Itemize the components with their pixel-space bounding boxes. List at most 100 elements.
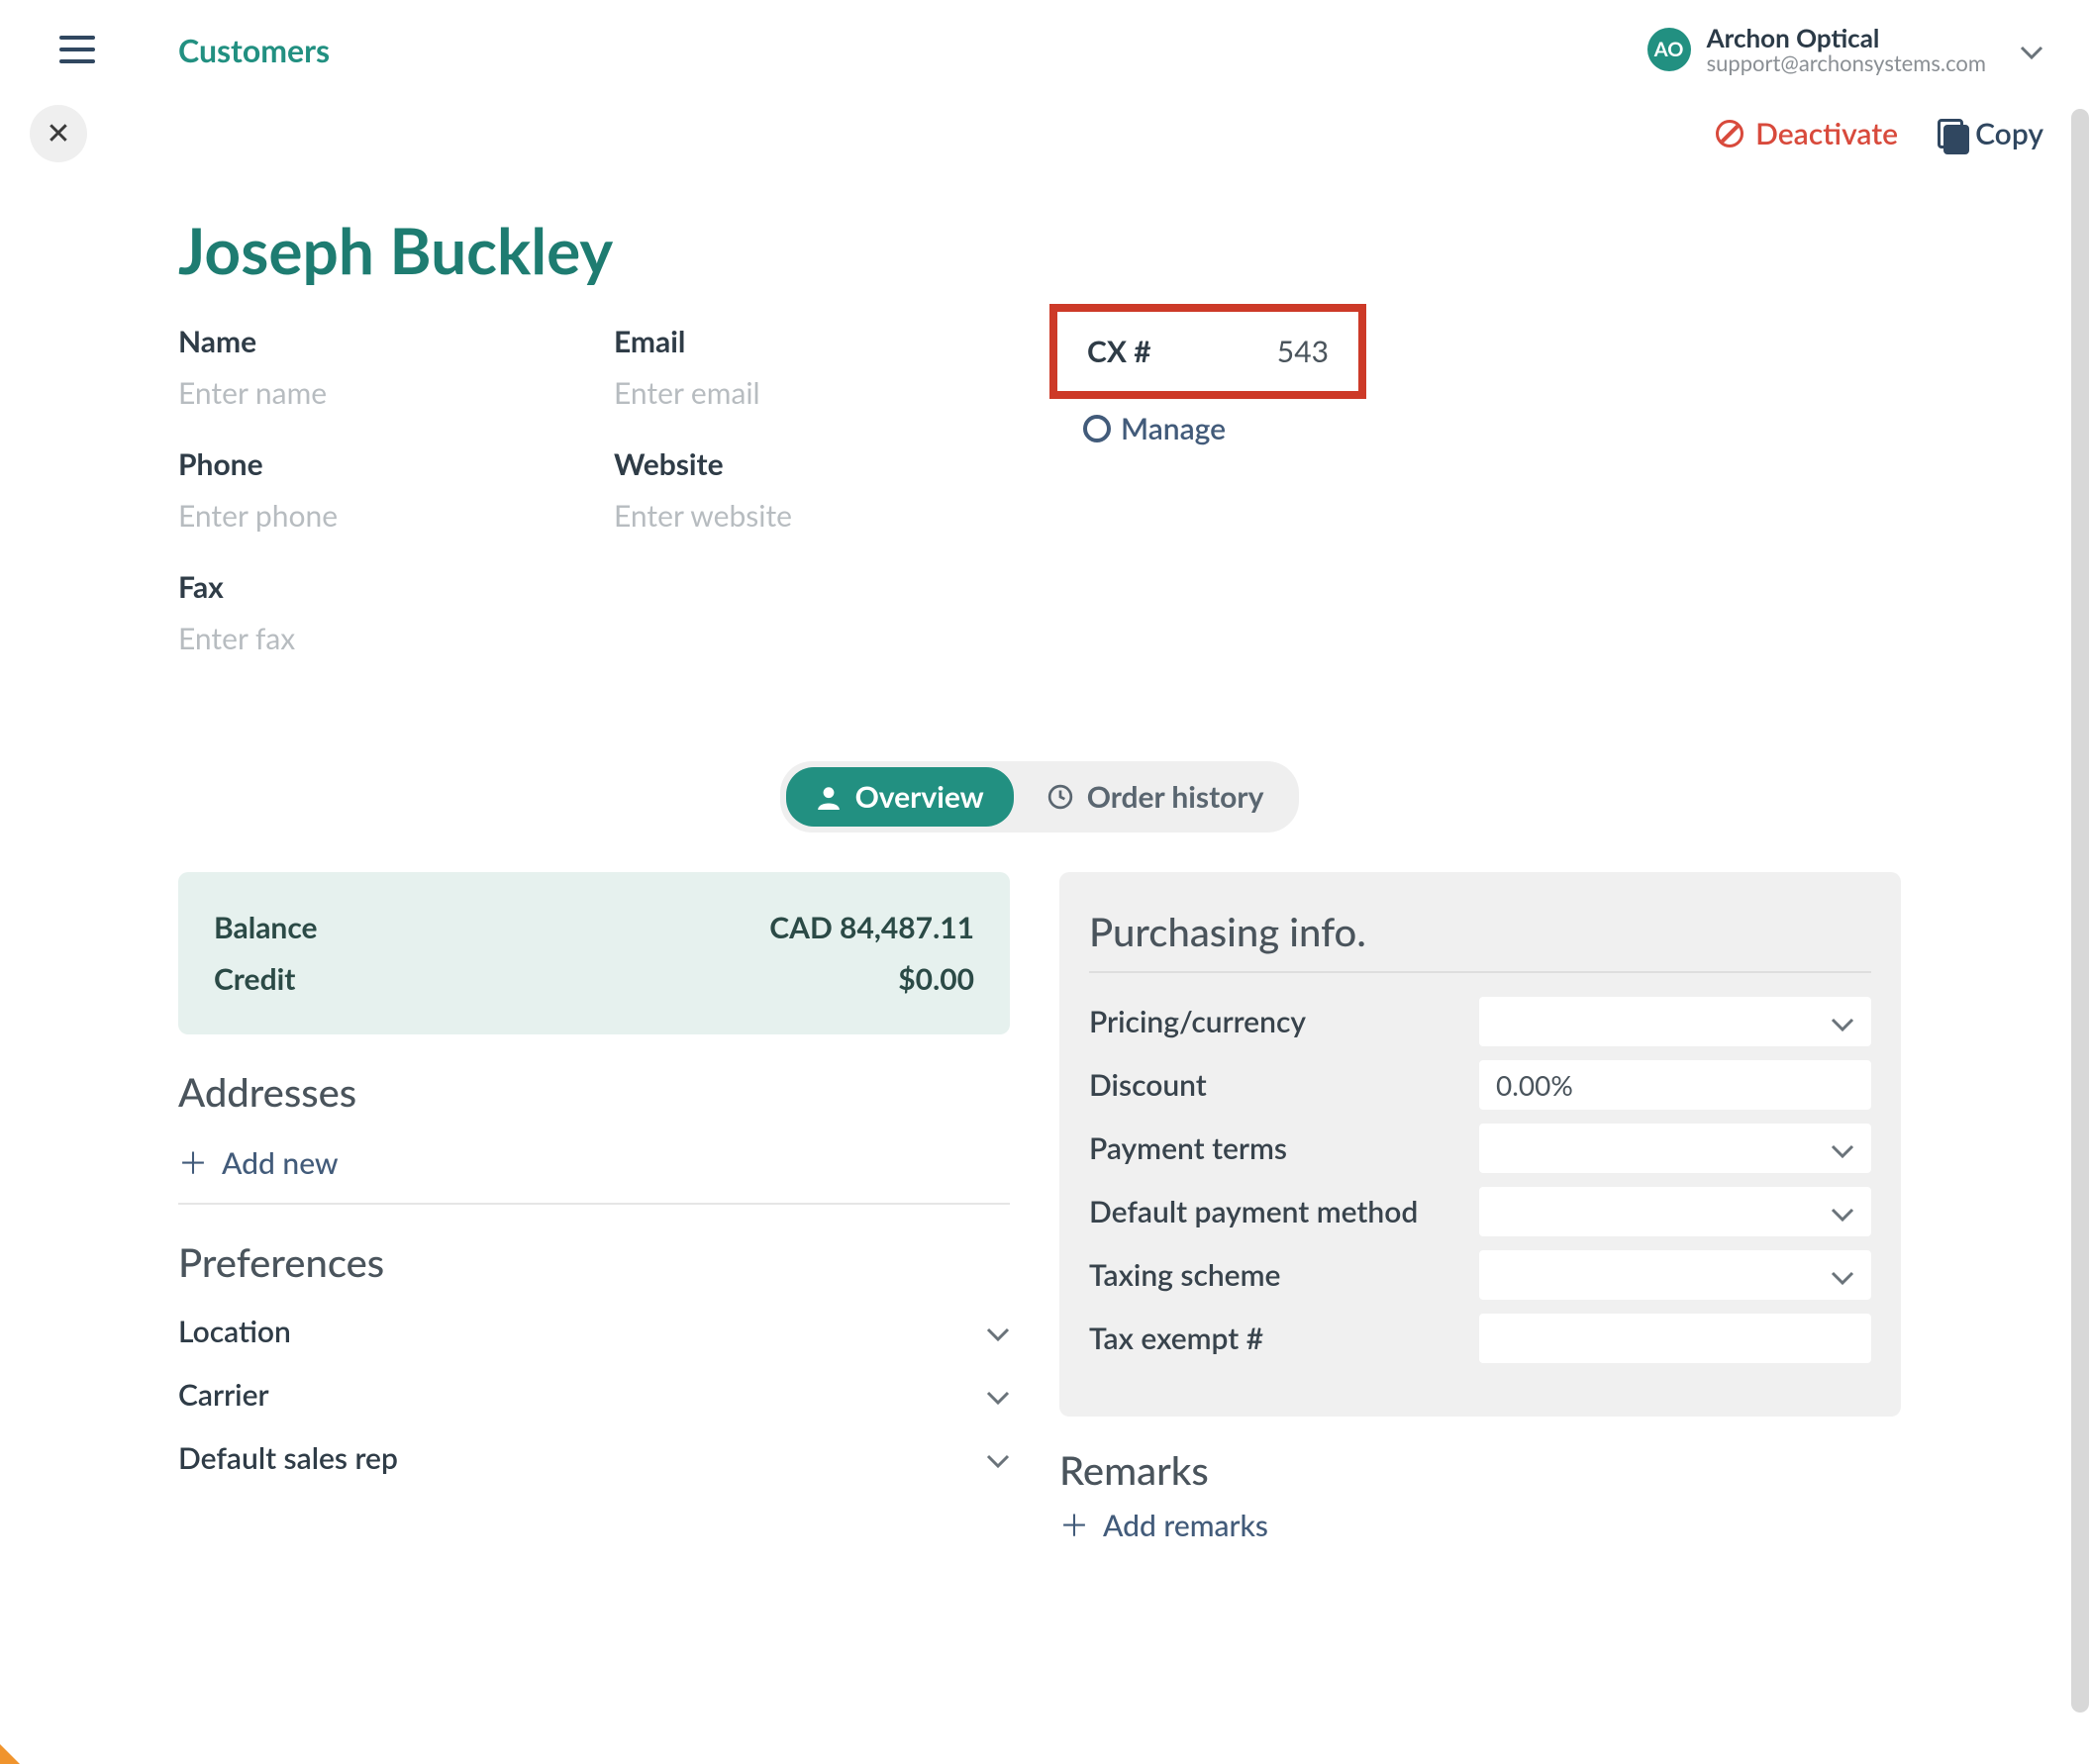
topbar: Customers AO Archon Optical support@arch…: [0, 0, 2091, 99]
purchasing-discount-row: Discount: [1089, 1060, 1871, 1110]
taxing-scheme-label: Taxing scheme: [1089, 1257, 1280, 1293]
tab-order-history[interactable]: Order history: [1018, 767, 1294, 827]
columns: Balance CAD 84,487.11 Credit $0.00 Addre…: [178, 872, 1901, 1559]
add-address-link[interactable]: ＋ Add new: [178, 1129, 1010, 1197]
avatar: AO: [1647, 28, 1691, 71]
purchasing-payment-terms-row: Payment terms: [1089, 1124, 1871, 1173]
action-row: ✕ Deactivate Copy: [0, 99, 2091, 162]
discount-label: Discount: [1089, 1067, 1207, 1103]
pref-sales-rep[interactable]: Default sales rep: [178, 1426, 1010, 1490]
right-column: Purchasing info. Pricing/currency Discou…: [1059, 872, 1901, 1559]
tax-exempt-input[interactable]: [1479, 1314, 1871, 1363]
plus-icon: ＋: [1059, 1511, 1089, 1540]
account-switcher[interactable]: AO Archon Optical support@archonsystems.…: [1647, 24, 2043, 76]
copy-label: Copy: [1975, 116, 2043, 151]
fields-grid: Name Email CX # 543 Manage: [178, 324, 1901, 662]
left-column: Balance CAD 84,487.11 Credit $0.00 Addre…: [178, 872, 1010, 1559]
add-address-label: Add new: [222, 1145, 339, 1181]
account-name: Archon Optical: [1707, 24, 1986, 52]
divider: [178, 1203, 1010, 1205]
fax-input[interactable]: [178, 615, 604, 662]
tab-order-history-label: Order history: [1087, 779, 1264, 815]
credit-label: Credit: [214, 961, 295, 997]
phone-label: Phone: [178, 446, 604, 482]
purchasing-tax-exempt-row: Tax exempt #: [1089, 1314, 1871, 1363]
remarks-section: Remarks ＋ Add remarks: [1059, 1446, 1901, 1559]
email-input[interactable]: [614, 369, 1040, 417]
pricing-currency-label: Pricing/currency: [1089, 1004, 1306, 1039]
cx-value: 543: [1277, 334, 1329, 369]
add-remarks-label: Add remarks: [1103, 1508, 1268, 1543]
addresses-title: Addresses: [178, 1068, 1010, 1116]
app-window: Customers AO Archon Optical support@arch…: [0, 0, 2091, 1764]
plus-icon: ＋: [178, 1148, 208, 1178]
chevron-down-icon: [2020, 33, 2043, 66]
pref-location-label: Location: [178, 1314, 291, 1349]
field-fax: Fax: [178, 569, 604, 662]
scrollbar-thumb[interactable]: [2071, 109, 2089, 1713]
payment-terms-label: Payment terms: [1089, 1130, 1287, 1166]
deactivate-icon: [1716, 120, 1743, 147]
page-title[interactable]: Customers: [178, 31, 330, 69]
close-button[interactable]: ✕: [30, 105, 87, 162]
user-icon: [816, 784, 842, 810]
name-input[interactable]: [178, 369, 604, 417]
tab-overview-label: Overview: [855, 779, 984, 815]
close-icon: ✕: [46, 117, 70, 151]
clock-icon: [1047, 784, 1073, 810]
pref-sales-rep-label: Default sales rep: [178, 1440, 398, 1476]
chevron-down-icon: [986, 1440, 1010, 1476]
account-email: support@archonsystems.com: [1707, 51, 1986, 75]
email-label: Email: [614, 324, 1040, 359]
purchasing-pricing-currency-row: Pricing/currency: [1089, 997, 1871, 1046]
field-website: Website: [614, 446, 1040, 539]
balance-card: Balance CAD 84,487.11 Credit $0.00: [178, 872, 1010, 1034]
deactivate-button[interactable]: Deactivate: [1716, 116, 1898, 151]
website-label: Website: [614, 446, 1040, 482]
scrollbar[interactable]: [2071, 109, 2089, 1713]
default-payment-label: Default payment method: [1089, 1194, 1418, 1229]
payment-terms-select[interactable]: [1479, 1124, 1871, 1173]
field-name: Name: [178, 324, 604, 417]
phone-input[interactable]: [178, 492, 604, 539]
menu-icon[interactable]: [59, 36, 95, 63]
website-input[interactable]: [614, 492, 1040, 539]
chevron-down-icon: [1831, 1005, 1854, 1038]
purchasing-title: Purchasing info.: [1089, 908, 1871, 955]
manage-link[interactable]: Manage: [1083, 411, 1226, 446]
purchasing-panel: Purchasing info. Pricing/currency Discou…: [1059, 872, 1901, 1417]
cx-number-box: CX # 543: [1049, 304, 1366, 399]
deactivate-label: Deactivate: [1755, 116, 1898, 151]
balance-value: CAD 84,487.11: [769, 910, 974, 945]
preferences-title: Preferences: [178, 1238, 1010, 1286]
tabs: Overview Order history: [178, 761, 1901, 833]
cx-label: CX #: [1087, 334, 1151, 369]
balance-row: Balance CAD 84,487.11: [214, 902, 974, 953]
discount-input[interactable]: [1479, 1060, 1871, 1110]
pref-carrier[interactable]: Carrier: [178, 1363, 1010, 1426]
chevron-down-icon: [1831, 1258, 1854, 1292]
tab-overview[interactable]: Overview: [786, 767, 1014, 827]
purchasing-default-payment-row: Default payment method: [1089, 1187, 1871, 1236]
credit-value: $0.00: [898, 961, 974, 997]
tab-group: Overview Order history: [780, 761, 1300, 833]
manage-label: Manage: [1121, 411, 1226, 446]
tax-exempt-label: Tax exempt #: [1089, 1321, 1263, 1356]
copy-button[interactable]: Copy: [1938, 116, 2043, 151]
add-remarks-link[interactable]: ＋ Add remarks: [1059, 1508, 1901, 1559]
gear-icon: [1083, 415, 1111, 442]
chevron-down-icon: [986, 1314, 1010, 1349]
taxing-scheme-select[interactable]: [1479, 1250, 1871, 1300]
pricing-currency-select[interactable]: [1479, 997, 1871, 1046]
remarks-title: Remarks: [1059, 1446, 1901, 1494]
purchasing-taxing-scheme-row: Taxing scheme: [1089, 1250, 1871, 1300]
customer-name-heading: Joseph Buckley: [178, 212, 1901, 288]
pref-location[interactable]: Location: [178, 1300, 1010, 1363]
pref-carrier-label: Carrier: [178, 1377, 269, 1413]
name-label: Name: [178, 324, 604, 359]
default-payment-select[interactable]: [1479, 1187, 1871, 1236]
divider: [1089, 971, 1871, 973]
credit-row: Credit $0.00: [214, 953, 974, 1005]
balance-label: Balance: [214, 910, 318, 945]
field-email: Email: [614, 324, 1040, 417]
